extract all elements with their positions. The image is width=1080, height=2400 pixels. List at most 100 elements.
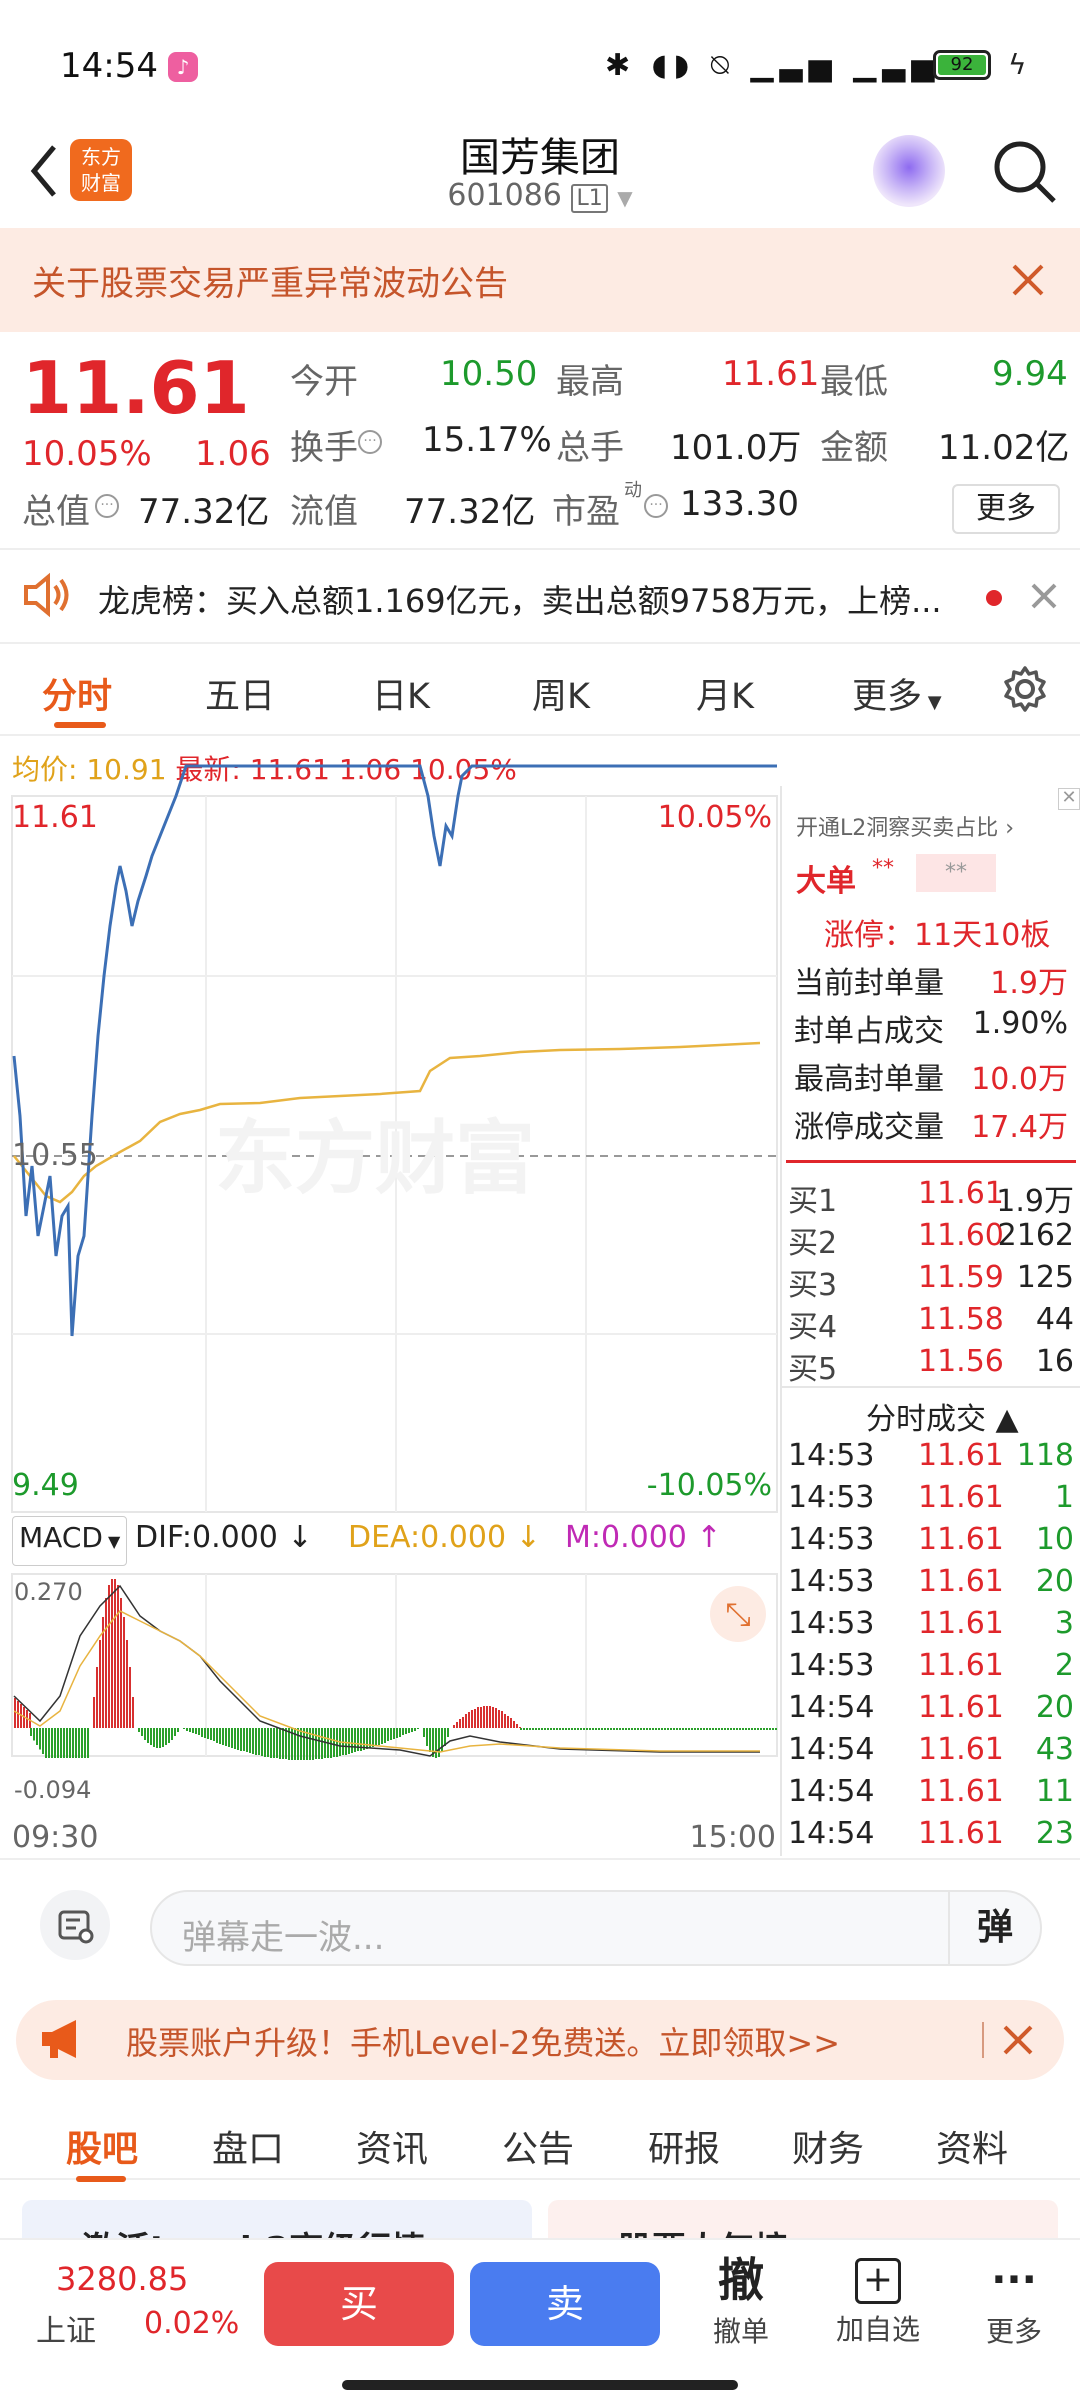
close-icon[interactable] (1010, 262, 1046, 298)
info-icon[interactable]: ··· (644, 494, 668, 518)
macd-bar (42, 1728, 44, 1754)
macd-bar (318, 1728, 320, 1759)
high-value: 11.61 (722, 354, 820, 394)
macd-bar (279, 1728, 281, 1759)
buy-button[interactable]: 买 (264, 2262, 454, 2346)
dragon-tiger-bar[interactable]: 龙虎榜：买入总额1.169亿元，卖出总额9758万元，上榜... (0, 550, 1080, 644)
macd-bar (486, 1706, 488, 1728)
tab-guba[interactable]: 股吧 (66, 2120, 138, 2172)
expand-icon[interactable]: ⤡ (710, 1586, 766, 1642)
level2-promo-banner[interactable]: 股票账户升级！手机Level-2免费送。立即领取>> (16, 2000, 1064, 2080)
macd-bar (333, 1728, 335, 1757)
add-watchlist-button[interactable]: + 加自选 (818, 2250, 938, 2370)
macd-bar (276, 1728, 278, 1758)
macd-bar (682, 1728, 684, 1730)
seal-label-2: 最高封单量 (794, 1062, 944, 1097)
danmaku-button[interactable]: 弹 (948, 1890, 1040, 1966)
macd-bar (381, 1728, 383, 1744)
tab-finance[interactable]: 财务 (792, 2120, 864, 2172)
tab-daily-k[interactable]: 日K (372, 668, 430, 719)
message-settings-icon[interactable] (40, 1890, 110, 1960)
macd-bar (99, 1640, 101, 1728)
macd-bar (474, 1709, 476, 1728)
macd-bar (45, 1728, 47, 1758)
tab-more[interactable]: 更多 ▼ (852, 668, 942, 719)
pe-sup: 动 (624, 480, 642, 501)
open-label: 今开 (290, 362, 358, 402)
more-menu-button[interactable]: ··· 更多 (964, 2250, 1064, 2370)
tab-more-label: 更多 (852, 677, 923, 717)
danmaku-button-label: 弹 (976, 1907, 1013, 1948)
buy-label: 买 (339, 2282, 378, 2326)
l2-upsell[interactable]: 开通L2洞察买卖占比 › (796, 810, 1014, 842)
dea-value: DEA:0.000 ↓ (348, 1520, 541, 1555)
tab-pankou[interactable]: 盘口 (212, 2120, 284, 2172)
close-icon[interactable] (1030, 582, 1058, 610)
tab-weekly-k[interactable]: 周K (532, 668, 590, 719)
abnormal-notice-banner[interactable]: 关于股票交易严重异常波动公告 (0, 228, 1080, 332)
macd-bar (345, 1728, 347, 1755)
macd-bar (186, 1728, 188, 1731)
macd-bar (435, 1728, 437, 1758)
index-ticker[interactable]: 3280.85 上证 0.02% (36, 2260, 239, 2360)
tab-announcement[interactable]: 公告 (502, 2120, 574, 2172)
intraday-chart[interactable]: 均价: 10.91 最新: 11.61 1.06 10.05% 东方财富 11.… (0, 736, 780, 1856)
watermark: 东方财富 (215, 1112, 535, 1205)
danmaku-input[interactable]: 弹幕走一波... 弹 (150, 1890, 1042, 1966)
macd-bar (667, 1728, 669, 1730)
macd-bar (390, 1728, 392, 1740)
tab-intraday[interactable]: 分时 (42, 668, 112, 719)
search-icon[interactable] (990, 137, 1060, 207)
macd-bar (459, 1719, 461, 1728)
info-icon[interactable]: ··· (358, 430, 382, 454)
macd-bar (33, 1728, 35, 1741)
macd-bar (730, 1728, 732, 1730)
macd-bar (495, 1708, 497, 1728)
tab-research[interactable]: 研报 (648, 2120, 720, 2172)
macd-bar (267, 1728, 269, 1757)
bid-label: 买4 (788, 1310, 838, 1345)
macd-bar (198, 1728, 200, 1735)
charging-icon: ϟ (1008, 48, 1027, 81)
trade-volume: 118 (1016, 1438, 1074, 1473)
close-icon[interactable] (1002, 2024, 1034, 2056)
macd-bar (96, 1667, 98, 1728)
tab-profile[interactable]: 资料 (936, 2120, 1008, 2172)
macd-bar (411, 1728, 413, 1732)
ai-robot-icon[interactable] (873, 135, 945, 207)
gear-icon[interactable] (1000, 664, 1050, 714)
lhb-content: ：买入总额1.169亿元，卖出总额9758万元，上榜... (194, 582, 942, 620)
macd-bar (315, 1728, 317, 1759)
macd-bar (234, 1728, 236, 1749)
cancel-order-button[interactable]: 撤 撤单 (696, 2250, 786, 2370)
comment-bar: 弹幕走一波... 弹 (0, 1858, 1080, 1978)
macd-bar (384, 1728, 386, 1743)
macd-bar (565, 1728, 567, 1730)
battery-icon: 92 (933, 50, 991, 80)
lhb-label: 龙虎榜 (98, 582, 195, 620)
close-icon[interactable]: ✕ (1058, 788, 1080, 810)
macd-bar (775, 1728, 777, 1730)
tab-five-day[interactable]: 五日 (205, 668, 275, 719)
speaker-icon (22, 572, 72, 618)
chart-tabs: 分时 五日 日K 周K 月K 更多 ▼ (0, 644, 1080, 736)
more-button[interactable]: 更多 (952, 484, 1060, 534)
macd-bar (195, 1728, 197, 1734)
macd-bar (643, 1728, 645, 1730)
macd-bar (162, 1728, 164, 1747)
trades-title[interactable]: 分时成交 ▲ (866, 1394, 1019, 1438)
macd-bar (727, 1728, 729, 1730)
macd-bar (553, 1728, 555, 1730)
info-icon[interactable]: ··· (95, 494, 119, 518)
macd-bar (69, 1728, 71, 1758)
macd-bar (568, 1728, 570, 1730)
add-icon: + (855, 2258, 901, 2304)
sell-button[interactable]: 卖 (470, 2262, 660, 2346)
bid-volume: 2162 (997, 1218, 1074, 1253)
macd-bar (111, 1579, 113, 1728)
tab-news[interactable]: 资讯 (356, 2120, 428, 2172)
seal-label-1: 封单占成交 (794, 1014, 944, 1049)
macd-selector[interactable]: MACD ▼ (12, 1516, 128, 1566)
tab-monthly-k[interactable]: 月K (696, 668, 754, 719)
trade-time: 14:53 (788, 1648, 875, 1683)
